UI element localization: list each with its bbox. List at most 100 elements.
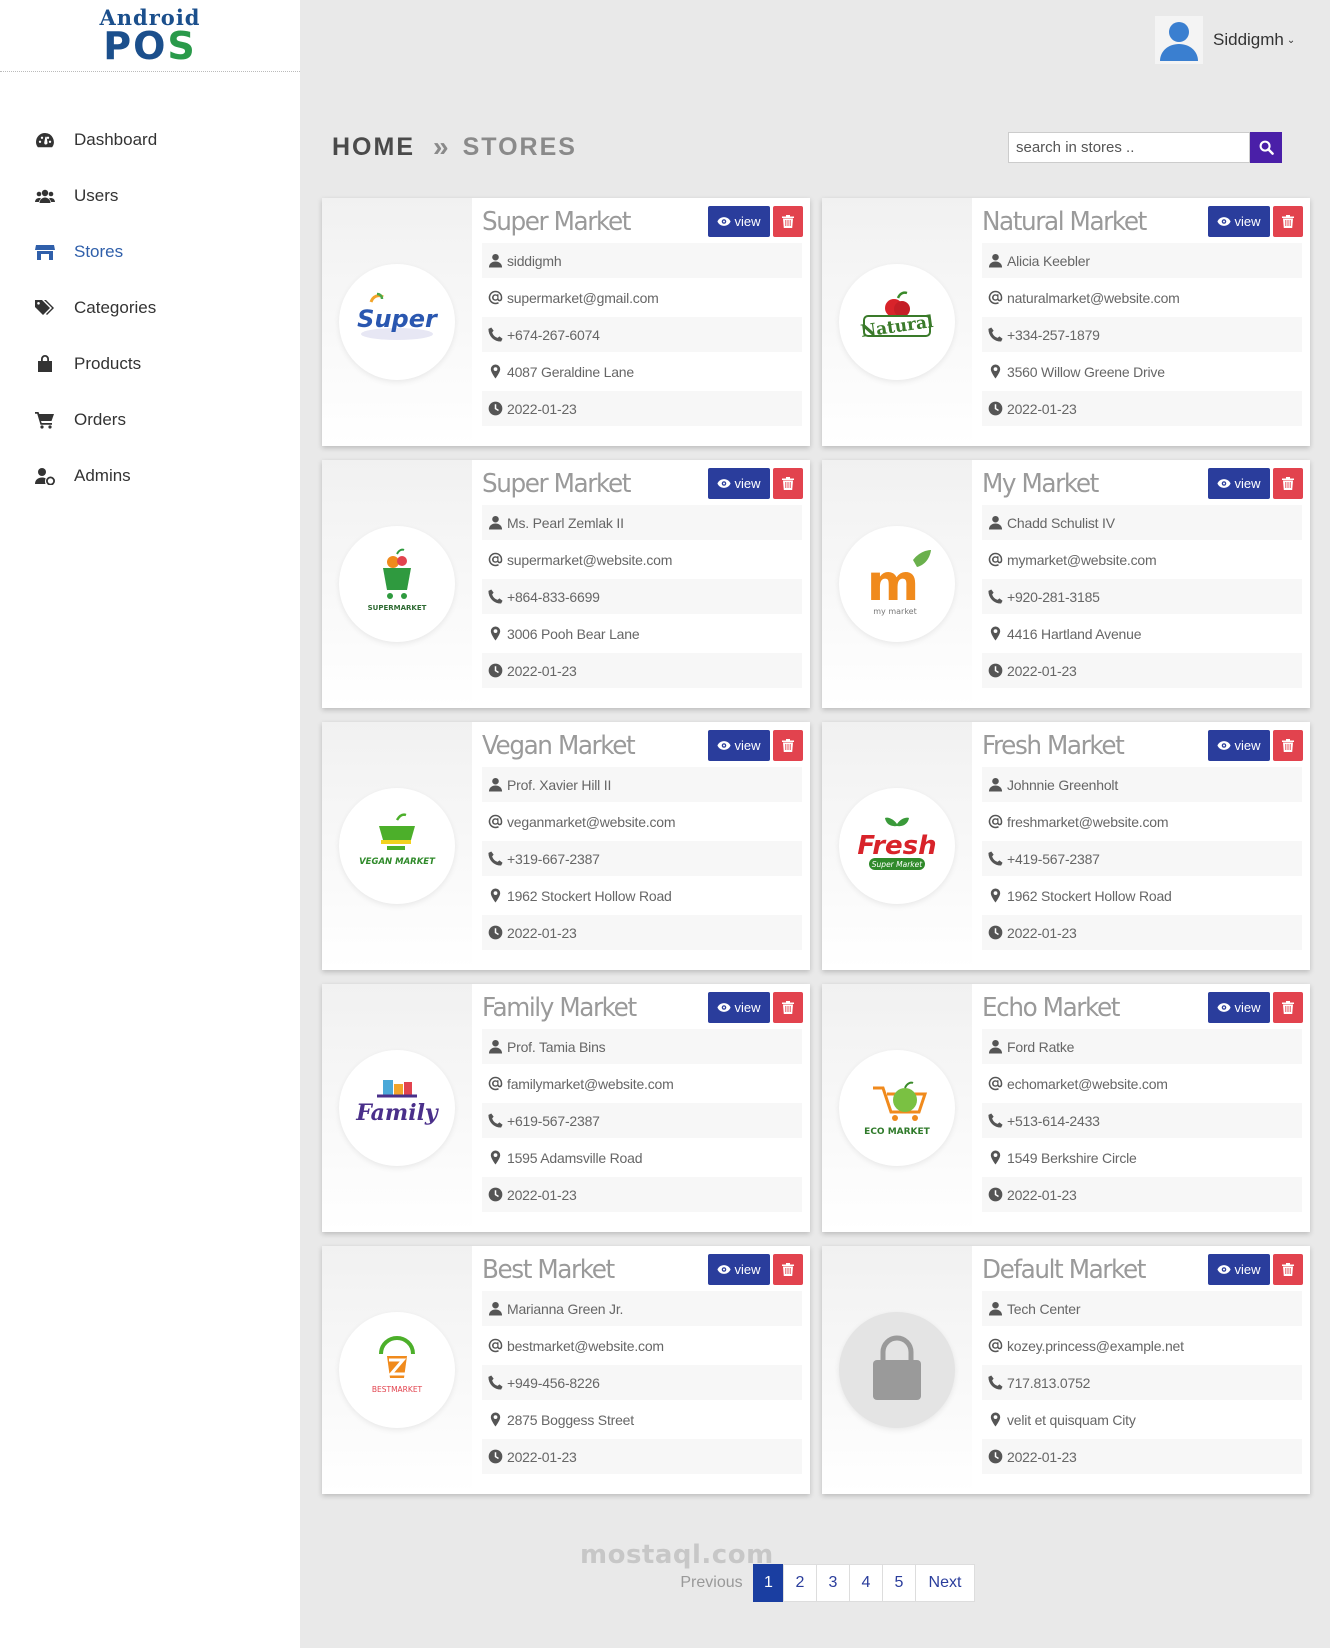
store-email-text: freshmarket@website.com [1007,813,1169,830]
search-input[interactable] [1008,132,1250,163]
view-button[interactable]: view [708,206,770,237]
svg-text:VEGAN MARKET: VEGAN MARKET [359,857,436,867]
view-button[interactable]: view [1208,992,1270,1023]
store-owner: Ms. Pearl Zemlak II [482,505,802,540]
pagination-next[interactable]: Next [915,1564,975,1602]
store-phone: +619-567-2387 [482,1103,802,1138]
store-phone-text: +674-267-6074 [507,326,600,343]
trash-icon [782,1263,794,1276]
view-button[interactable]: view [708,1254,770,1285]
svg-text:my market: my market [873,607,916,616]
sidebar-item-label: Products [74,354,142,373]
trash-icon [1282,477,1294,490]
store-date-text: 2022-01-23 [1007,662,1077,679]
sidebar-item-orders[interactable]: Orders [0,392,300,448]
store-owner-text: siddigmh [507,252,562,269]
svg-text:SUPERMARKET: SUPERMARKET [368,604,427,612]
store-name: Best Market [482,1255,615,1285]
store-address: 2875 Boggess Street [482,1402,802,1437]
delete-button[interactable] [1273,730,1303,761]
phone-icon [487,589,503,605]
store-address: 1962 Stockert Hollow Road [982,878,1302,913]
app-logo[interactable]: Android POS [0,0,300,72]
store-owner: Marianna Green Jr. [482,1291,802,1326]
sidebar-item-categories[interactable]: Categories [0,280,300,336]
store-phone: +419-567-2387 [982,841,1302,876]
clock-icon [987,925,1003,941]
pagination-page-3[interactable]: 3 [816,1564,850,1602]
eye-icon [1217,479,1232,488]
delete-button[interactable] [773,468,803,499]
pagination-page-2[interactable]: 2 [783,1564,817,1602]
store-address-text: velit et quisquam City [1007,1411,1136,1428]
user-icon [487,253,503,269]
store-email-text: echomarket@website.com [1007,1075,1168,1092]
pagination-previous[interactable]: Previous [669,1564,754,1602]
store-date-text: 2022-01-23 [1007,400,1077,417]
avatar [1155,16,1203,64]
user-menu[interactable]: Siddigmh ⌄ [1155,16,1295,64]
view-button[interactable]: view [1208,206,1270,237]
store-owner-text: Ms. Pearl Zemlak II [507,514,624,531]
store-address: 3560 Willow Greene Drive [982,354,1302,389]
clock-icon [487,663,503,679]
tags-icon [34,298,56,318]
store-card: BESTMARKET Best Market view Marianna Gre… [322,1246,810,1494]
map-marker-icon [487,1150,503,1166]
sidebar-item-dashboard[interactable]: Dashboard [0,112,300,168]
trash-icon [782,215,794,228]
store-name: My Market [982,469,1099,499]
map-marker-icon [987,1150,1003,1166]
store-date: 2022-01-23 [482,1177,802,1212]
phone-icon [487,1375,503,1391]
store-date: 2022-01-23 [982,653,1302,688]
store-phone: +513-614-2433 [982,1103,1302,1138]
breadcrumb-home[interactable]: HOME [332,133,415,162]
store-owner: siddigmh [482,243,802,278]
search-button[interactable] [1250,132,1282,163]
store-address-text: 3560 Willow Greene Drive [1007,363,1165,380]
delete-button[interactable] [1273,1254,1303,1285]
users-icon [34,186,56,206]
delete-button[interactable] [773,730,803,761]
store-card: Default Market view Tech Center kozey.pr… [822,1246,1310,1494]
view-button[interactable]: view [708,992,770,1023]
sidebar-item-label: Categories [74,298,157,317]
delete-button[interactable] [1273,992,1303,1023]
store-card: Super Super Market view siddigmh superma… [322,198,810,446]
delete-button[interactable] [1273,206,1303,237]
store-phone: +334-257-1879 [982,317,1302,352]
my-market-logo: m my market [839,526,955,642]
store-owner: Ford Ratke [982,1029,1302,1064]
delete-button[interactable] [1273,468,1303,499]
sidebar-item-users[interactable]: Users [0,168,300,224]
store-address: velit et quisquam City [982,1402,1302,1437]
view-button[interactable]: view [1208,468,1270,499]
store-phone-text: +319-667-2387 [507,850,600,867]
map-marker-icon [987,1412,1003,1428]
store-card: ECO MARKET Echo Market view Ford Ratke e… [822,984,1310,1232]
store-phone: +319-667-2387 [482,841,802,876]
delete-button[interactable] [773,1254,803,1285]
view-button[interactable]: view [708,468,770,499]
pagination-page-4[interactable]: 4 [849,1564,883,1602]
sidebar-item-admins[interactable]: Admins [0,448,300,504]
store-date-text: 2022-01-23 [1007,1448,1077,1465]
delete-button[interactable] [773,206,803,237]
sidebar-item-products[interactable]: Products [0,336,300,392]
store-logo-area: m my market [822,460,972,708]
sidebar-item-stores[interactable]: Stores [0,224,300,280]
store-phone-text: +619-567-2387 [507,1112,600,1129]
store-address-text: 2875 Boggess Street [507,1411,634,1428]
pagination-page-1[interactable]: 1 [753,1564,784,1602]
view-button[interactable]: view [1208,730,1270,761]
pagination-page-5[interactable]: 5 [882,1564,916,1602]
store-date-text: 2022-01-23 [507,1448,577,1465]
eye-icon [1217,1265,1232,1274]
delete-button[interactable] [773,992,803,1023]
view-button[interactable]: view [708,730,770,761]
sidebar-nav: Dashboard Users Stores Categories Produc… [0,112,300,504]
store-name: Echo Market [982,993,1120,1023]
store-email: kozey.princess@example.net [982,1328,1302,1363]
view-button[interactable]: view [1208,1254,1270,1285]
